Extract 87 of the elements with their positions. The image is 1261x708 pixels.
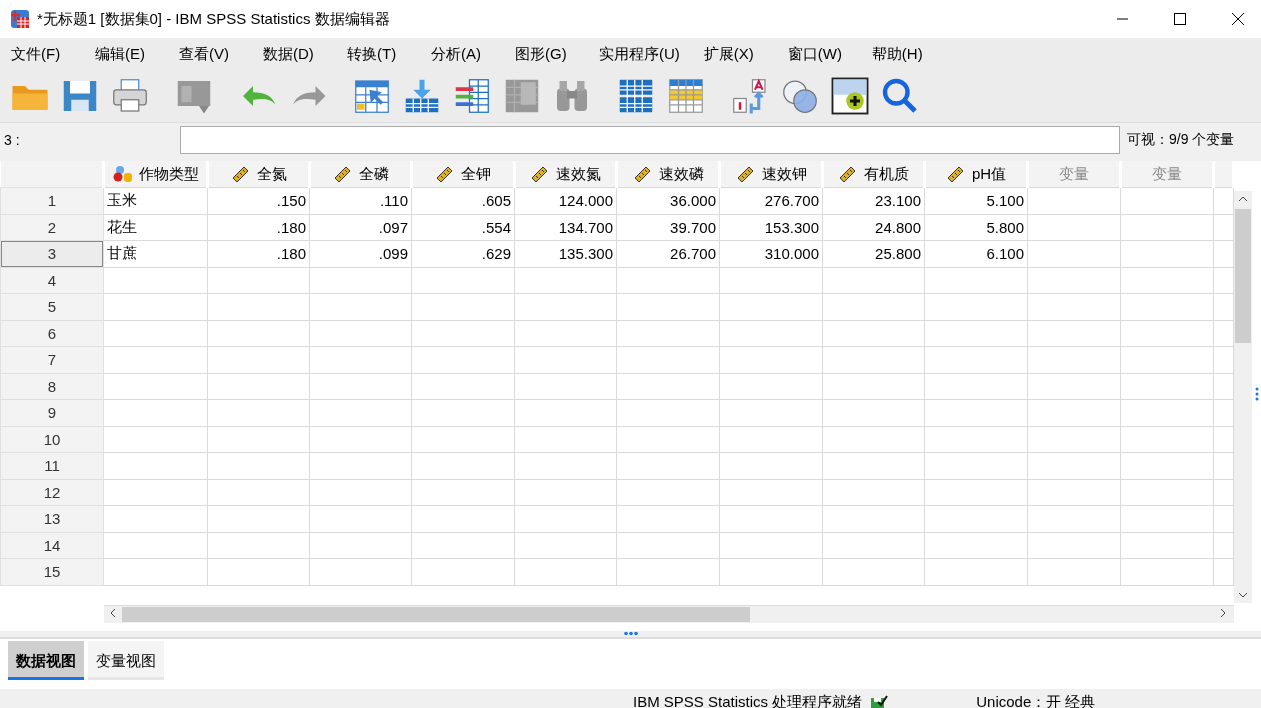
row-number[interactable]: 4 (0, 267, 104, 294)
row-number[interactable]: 2 (0, 214, 104, 241)
row-number[interactable]: 10 (0, 426, 104, 453)
ruler-icon (435, 165, 455, 183)
processor-status: IBM SPSS Statistics 处理程序就绪 (633, 692, 863, 708)
column-header[interactable]: 全磷 (311, 162, 410, 186)
table-cell[interactable]: 花生 (103, 214, 208, 241)
row-number[interactable]: 6 (0, 320, 104, 347)
row-number[interactable]: 12 (0, 479, 104, 506)
unicode-status: Unicode：开 经典 (976, 692, 1096, 708)
column-header[interactable]: 速效氮 (516, 162, 615, 186)
column-header[interactable]: 全钾 (413, 162, 513, 186)
menu-item[interactable]: 图形(G) (508, 44, 582, 64)
row-number[interactable]: 8 (0, 373, 104, 400)
table-cell[interactable]: 5.800 (924, 214, 1028, 241)
menu-item[interactable]: 帮助(H) (864, 44, 939, 64)
row-number[interactable]: 7 (0, 346, 104, 373)
nominal-string-icon (112, 165, 133, 183)
table-cell[interactable]: 153.300 (719, 214, 823, 241)
table-cell[interactable]: 6.100 (924, 240, 1028, 267)
table-cell[interactable]: .180 (207, 240, 310, 267)
ruler-icon (735, 165, 756, 183)
menu-item[interactable]: 查看(V) (172, 44, 246, 64)
row-number[interactable]: 9 (0, 399, 104, 426)
table-cell[interactable]: 134.700 (514, 214, 617, 241)
table-cell[interactable]: 甘蔗 (103, 240, 208, 267)
table-cell[interactable]: .097 (309, 214, 412, 241)
table-cell[interactable]: 24.800 (822, 214, 925, 241)
table-cell[interactable]: 124.000 (514, 187, 617, 214)
column-header[interactable]: 作物类型 (105, 162, 206, 186)
ruler-icon (838, 165, 858, 183)
table-cell[interactable]: 36.000 (616, 187, 720, 214)
row-number[interactable]: 13 (0, 505, 104, 532)
ruler-icon (332, 165, 353, 183)
table-cell[interactable]: .150 (207, 187, 310, 214)
table-cell[interactable]: .099 (309, 240, 412, 267)
ruler-icon (632, 165, 653, 183)
cell-reference: 3 : (3, 132, 21, 148)
table-cell[interactable]: 25.800 (822, 240, 925, 267)
window-title: *无标题1 [数据集0] - IBM SPSS Statistics 数据编辑器 (37, 9, 391, 29)
ruler-icon (230, 165, 251, 183)
column-header[interactable]: pH值 (926, 162, 1026, 186)
view-tab[interactable]: 变量视图 (88, 641, 164, 680)
visible-variables-count: 可视：9/9 个变量 (1127, 131, 1235, 149)
menu-item[interactable]: 分析(A) (424, 44, 498, 64)
column-header[interactable]: 速效磷 (618, 162, 718, 186)
app-icon (9, 8, 31, 30)
table-cell[interactable]: .180 (207, 214, 310, 241)
menu-item[interactable]: 扩展(X) (696, 44, 771, 64)
menu-item[interactable]: 转换(T) (340, 44, 414, 64)
table-cell[interactable]: 5.100 (924, 187, 1028, 214)
row-number[interactable]: 5 (0, 293, 104, 320)
table-cell[interactable]: .605 (411, 187, 515, 214)
ready-check-icon (870, 693, 889, 708)
table-cell[interactable]: 39.700 (616, 214, 720, 241)
row-number[interactable]: 11 (0, 452, 104, 479)
view-tab[interactable]: 数据视图 (8, 641, 84, 680)
column-header[interactable]: 全氮 (209, 162, 308, 186)
table-cell[interactable]: 310.000 (719, 240, 823, 267)
table-cell[interactable]: .554 (411, 214, 515, 241)
table-cell[interactable]: 23.100 (822, 187, 925, 214)
add-picture-icon[interactable] (830, 76, 870, 116)
menu-item[interactable]: 数据(D) (256, 44, 330, 64)
table-cell[interactable]: 26.700 (616, 240, 720, 267)
menu-item[interactable]: 编辑(E) (88, 44, 162, 64)
scrollbar-thumb[interactable] (1235, 209, 1251, 343)
row-number[interactable]: 1 (0, 187, 104, 214)
row-number[interactable]: 3 (0, 240, 104, 267)
table-cell[interactable]: .629 (411, 240, 515, 267)
column-header[interactable]: 速效钾 (721, 162, 821, 186)
splitter-handle-icon[interactable] (1255, 386, 1259, 402)
row-number[interactable]: 14 (0, 532, 104, 559)
menu-item[interactable]: 文件(F) (4, 44, 78, 64)
row-number[interactable]: 15 (0, 558, 104, 585)
highlighted-table-icon[interactable] (666, 76, 706, 116)
splitter-handle-icon[interactable] (622, 631, 639, 636)
cell-editor-field[interactable] (180, 126, 1120, 154)
menu-item[interactable]: 窗口(W) (780, 44, 855, 64)
table-cell[interactable]: 276.700 (719, 187, 823, 214)
table-cell[interactable]: 135.300 (514, 240, 617, 267)
ruler-icon (530, 165, 550, 183)
menu-item[interactable]: 实用程序(U) (592, 44, 687, 64)
column-header[interactable]: 有机质 (824, 162, 923, 186)
table-cell[interactable]: 玉米 (103, 187, 208, 214)
table-cell[interactable]: .110 (309, 187, 412, 214)
scrollbar-thumb[interactable] (122, 607, 750, 622)
ruler-icon (945, 165, 966, 183)
